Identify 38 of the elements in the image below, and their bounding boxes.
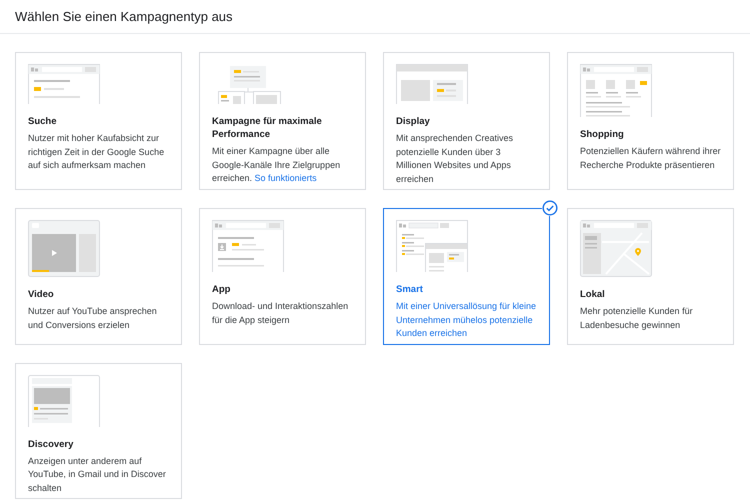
card-title: Lokal	[580, 288, 606, 301]
card-description: Nutzer mit hoher Kaufabsicht zur richtigen Zeit in der Google Suche auf sich aufmerksam machen	[28, 132, 166, 172]
campaign-type-card[interactable]: Display Mit ansprechenden Creatives potenzielle Kunden über 3 Millionen Websites und Apps erreichen	[383, 52, 550, 190]
card-description: Potenziellen Käufern während ihrer Recherche Produkte präsentieren	[580, 145, 722, 172]
card-title: Video	[28, 288, 55, 301]
video-preview-drawing	[28, 220, 100, 277]
campaign-type-card[interactable]: Kampagne für maximale Performance Mit einer Kampagne über alle Google-Kanäle Ihre Zielgruppen erreichen. So funktionierts	[199, 52, 366, 190]
page-title: Wählen Sie einen Kampagnentyp aus	[15, 9, 233, 24]
campaign-type-card[interactable]: Discovery Anzeigen unter anderem auf YouTube, in Gmail und in Discover schalten	[15, 362, 182, 499]
card-title: Smart	[396, 283, 424, 296]
card-description: Download- und Interaktionszahlen für die App steigern	[212, 300, 350, 327]
app-preview-drawing	[212, 220, 284, 272]
smart-preview-drawing	[396, 220, 468, 272]
campaign-type-card[interactable]: Smart Mit einer Universallösung für kleine Unternehmen mühelos potenzielle Kunden erreichen	[383, 208, 550, 344]
discovery-preview-drawing	[28, 374, 100, 426]
card-description: Mehr potenzielle Kunden für Ladenbesuche gewinnen	[580, 305, 694, 332]
card-description: Mit einer Universallösung für kleine Unternehmen mühelos potenzielle Kunden erreichen	[396, 300, 538, 340]
card-description: Anzeigen unter anderem auf YouTube, in Gmail und in Discover schalten	[28, 454, 167, 494]
campaign-type-card[interactable]: Shopping Potenziellen Käufern während ihrer Recherche Produkte präsentieren	[567, 52, 734, 190]
card-description: Mit einer Kampagne über alle Google-Kanäle Ihre Zielgruppen erreichen. So funktionierts	[212, 145, 342, 185]
check-circle-icon	[542, 200, 558, 216]
card-title: Suche	[28, 115, 58, 128]
display-preview-drawing	[396, 64, 468, 104]
card-description: Nutzer auf YouTube ansprechen und Conversions erzielen	[28, 305, 158, 332]
campaign-type-card[interactable]: Video Nutzer auf YouTube ansprechen und Conversions erzielen	[15, 208, 182, 344]
card-description: Mit ansprechenden Creatives potenzielle Kunden über 3 Millionen Websites und Apps erreichen	[396, 132, 514, 186]
card-title: Shopping	[580, 128, 625, 141]
map-preview-drawing	[580, 220, 652, 277]
campaign-type-card[interactable]: App Download- und Interaktionszahlen für die App steigern	[199, 208, 366, 344]
card-title: Discovery	[28, 438, 74, 450]
help-link[interactable]: So funktionierts	[254, 173, 317, 183]
card-title: Display	[396, 115, 431, 128]
card-title: Kampagne für maximale Performance	[212, 115, 323, 141]
card-title: App	[212, 283, 232, 296]
shopping-preview-drawing	[580, 64, 652, 117]
search-preview-drawing	[28, 64, 100, 104]
campaign-type-card[interactable]: Lokal Mehr potenzielle Kunden für Ladenbesuche gewinnen	[567, 208, 734, 344]
campaign-type-card[interactable]: Suche Nutzer mit hoher Kaufabsicht zur richtigen Zeit in der Google Suche auf sich aufmerksam machen	[15, 52, 182, 190]
